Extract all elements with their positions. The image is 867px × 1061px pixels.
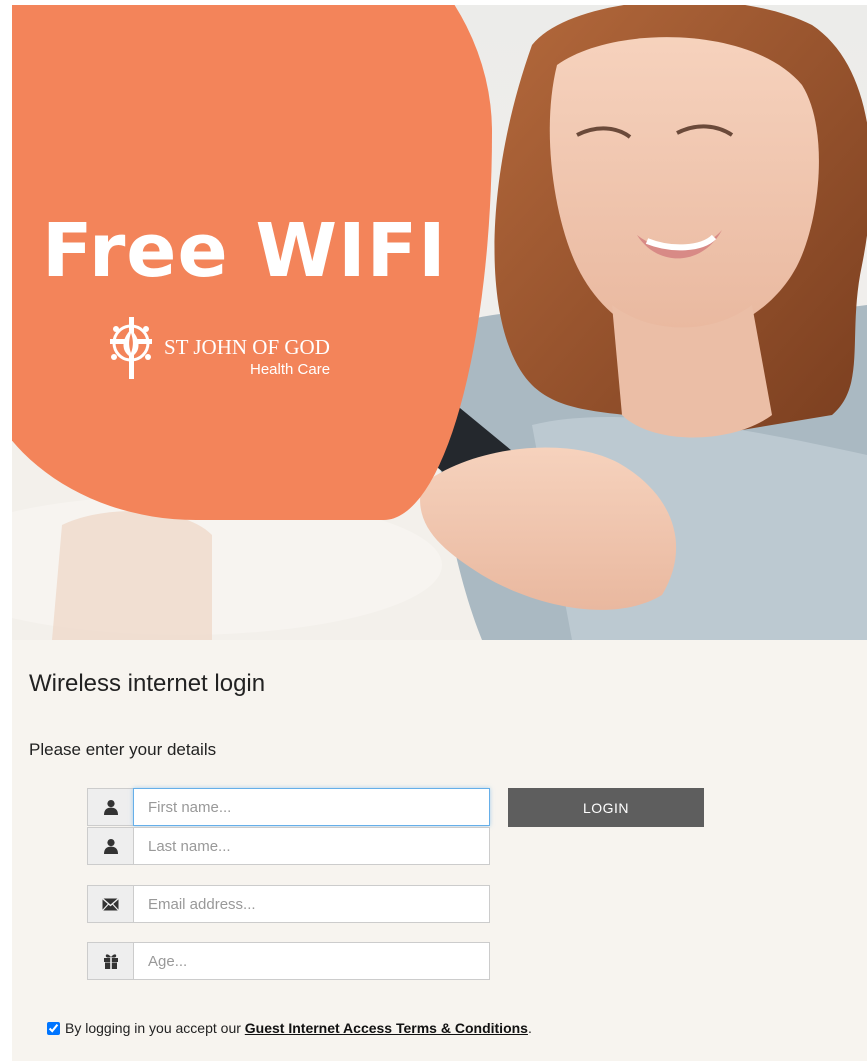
email-input[interactable]: [133, 885, 490, 923]
gift-icon: [87, 942, 133, 980]
first-name-group: [87, 788, 490, 826]
envelope-icon: [87, 885, 133, 923]
brand-logo-icon: [110, 317, 152, 379]
age-input[interactable]: [133, 942, 490, 980]
email-group: [87, 885, 490, 923]
terms-checkbox[interactable]: [47, 1021, 60, 1035]
login-panel: Wireless internet login Please enter you…: [12, 640, 867, 1061]
hero-headline: Free WIFI: [42, 208, 447, 294]
brand-subtitle: Health Care: [250, 361, 331, 378]
terms-prefix: By logging in you accept our: [65, 1020, 241, 1036]
hero-banner: Free WIFI ST JOHN OF GOD Health Care: [12, 5, 867, 640]
last-name-input[interactable]: [133, 827, 490, 865]
age-group: [87, 942, 490, 980]
user-icon: [87, 827, 133, 865]
terms-link[interactable]: Guest Internet Access Terms & Conditions: [245, 1020, 528, 1036]
form-instructions: Please enter your details: [29, 740, 217, 759]
login-button[interactable]: LOGIN: [508, 788, 704, 827]
terms-row: By logging in you accept our Guest Inter…: [47, 1020, 532, 1036]
last-name-group: [87, 827, 490, 865]
page-title: Wireless internet login: [29, 670, 266, 697]
user-icon: [87, 788, 133, 826]
terms-suffix: .: [527, 1020, 532, 1036]
brand-name: ST JOHN OF GOD: [164, 335, 330, 359]
first-name-input[interactable]: [133, 788, 490, 826]
